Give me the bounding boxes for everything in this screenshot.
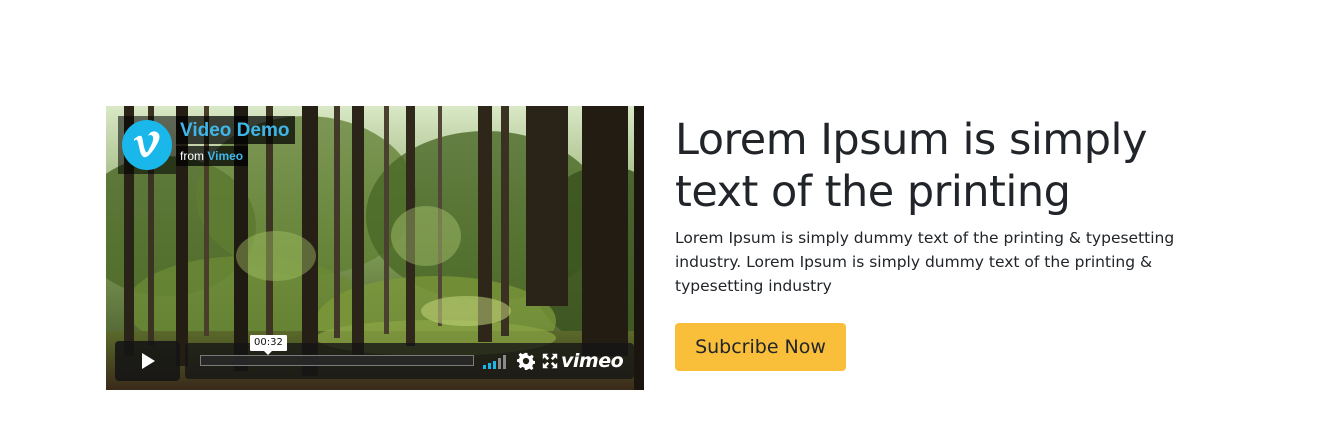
current-time-tooltip: 00:32 [250, 335, 287, 355]
vimeo-v-icon [134, 131, 160, 158]
player-controls: 00:32 vimeo [115, 335, 634, 381]
video-player[interactable]: Video Demo from Vimeo 00:32 vimeo [106, 106, 644, 390]
subscribe-button[interactable]: Subcribe Now [675, 323, 846, 371]
gear-icon[interactable] [517, 352, 535, 370]
control-bar: 00:32 vimeo [185, 335, 634, 379]
vimeo-logo-circle [122, 120, 172, 170]
play-icon [141, 353, 155, 369]
vimeo-logo-icon[interactable] [118, 116, 176, 174]
video-byline: from Vimeo [176, 146, 249, 166]
volume-icon[interactable] [483, 355, 509, 369]
video-title[interactable]: Video Demo [176, 116, 296, 144]
byline-prefix: from [180, 149, 204, 163]
byline-owner-link[interactable]: Vimeo [207, 149, 243, 163]
page: Video Demo from Vimeo 00:32 vimeo Lorem … [0, 0, 1325, 447]
progress-bar[interactable] [200, 355, 474, 366]
fullscreen-icon[interactable] [541, 352, 559, 370]
section-heading: Lorem Ipsum is simply text of the printi… [675, 115, 1147, 217]
vimeo-wordmark-link[interactable]: vimeo [561, 346, 624, 376]
section-description: Lorem Ipsum is simply dummy text of the … [675, 229, 1175, 295]
play-button[interactable] [115, 341, 180, 381]
